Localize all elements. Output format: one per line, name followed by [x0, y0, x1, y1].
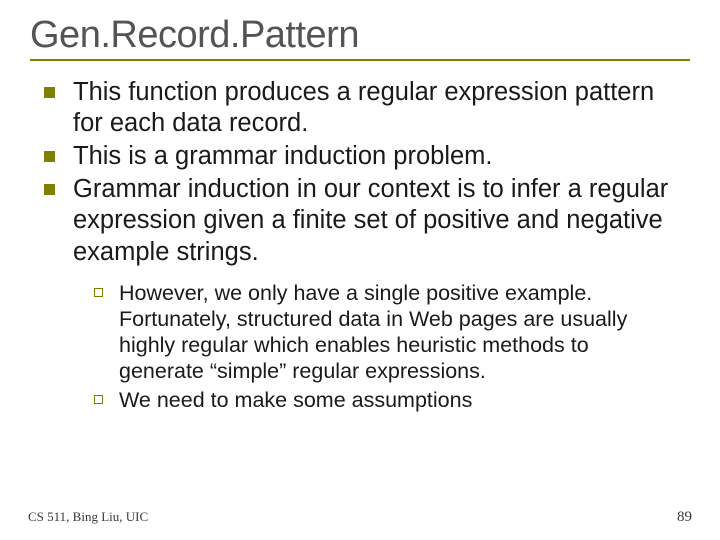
square-bullet-icon	[44, 151, 55, 162]
content-area: This function produces a regular express…	[24, 63, 696, 413]
bullet-text: Grammar induction in our context is to i…	[73, 174, 686, 267]
hollow-square-bullet-icon	[94, 395, 103, 404]
sub-bullet-text: However, we only have a single positive …	[119, 280, 678, 385]
square-bullet-icon	[44, 184, 55, 195]
title-area: Gen.Record.Pattern	[24, 14, 696, 61]
bullet-item: This is a grammar induction problem.	[44, 141, 686, 172]
sub-bullet-item: However, we only have a single positive …	[94, 280, 678, 385]
hollow-square-bullet-icon	[94, 288, 103, 297]
slide-number: 89	[677, 509, 692, 526]
bullet-item: Grammar induction in our context is to i…	[44, 174, 686, 267]
bullet-text: This function produces a regular express…	[73, 77, 686, 139]
title-underline	[30, 59, 690, 61]
footer-source: CS 511, Bing Liu, UIC	[28, 509, 148, 525]
square-bullet-icon	[44, 87, 55, 98]
bullet-text: This is a grammar induction problem.	[73, 141, 493, 172]
slide: Gen.Record.Pattern This function produce…	[0, 0, 720, 540]
slide-title: Gen.Record.Pattern	[30, 14, 696, 61]
slide-footer: CS 511, Bing Liu, UIC 89	[28, 509, 692, 526]
sub-bullet-item: We need to make some assumptions	[94, 387, 678, 413]
sub-bullet-list: However, we only have a single positive …	[44, 270, 686, 413]
sub-bullet-text: We need to make some assumptions	[119, 387, 472, 413]
bullet-item: This function produces a regular express…	[44, 77, 686, 139]
